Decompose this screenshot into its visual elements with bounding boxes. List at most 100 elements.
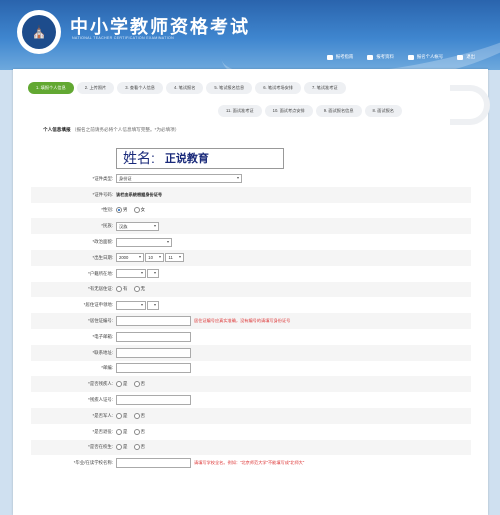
radio-icon — [133, 207, 140, 214]
name-value: 正说教育 — [164, 153, 209, 165]
step-3[interactable]: 3. 查看个人信息 — [117, 82, 163, 94]
guide-icon — [326, 54, 333, 60]
logo-emblem: ⛪ — [22, 15, 56, 49]
permit-city-select[interactable] — [147, 300, 160, 310]
military-no-radio[interactable]: 否 — [133, 412, 145, 419]
school-input[interactable] — [116, 458, 191, 469]
email-input[interactable] — [116, 331, 191, 342]
form-row-name: 姓名: 正说教育 — [31, 145, 471, 171]
form-row-permit-no: *居住证编号: 居住证编号应真实准确，没有编号的请填写身份证号 — [31, 313, 471, 329]
materials-icon — [367, 54, 374, 60]
form-row-political: *政治面貌: — [31, 234, 471, 250]
top-links: 报考指南 报考资料 报名个人帐号 退出 — [326, 54, 475, 60]
disabled-yes-radio[interactable]: 是 — [116, 381, 127, 388]
name-label: 姓名: — [123, 150, 155, 166]
radio-icon — [133, 428, 140, 435]
radio-icon — [133, 381, 140, 388]
permit-yes-radio[interactable]: 有 — [116, 286, 127, 293]
chevron-down-icon — [159, 256, 162, 259]
form-row-hukou: *户籍所在地: — [31, 266, 471, 282]
form-row-retired: *是否退役: 是 否 — [92, 428, 146, 435]
form-row-birth: *出生日期: 2000 10 11 — [31, 249, 471, 266]
form-row-email: *电子邮箱: — [31, 329, 471, 345]
step-5[interactable]: 5. 笔试报名信息 — [206, 82, 253, 94]
site-logo[interactable]: ⛪ — [17, 10, 61, 54]
permit-hint: 居住证编号应真实准确，没有编号的请填写身份证号 — [194, 318, 291, 324]
name-field[interactable]: 姓名: 正说教育 — [116, 147, 284, 169]
school-hint: 请填写学校全名。例如：“北京师范大学”不能填写成“北师大” — [194, 460, 305, 466]
info-form: 姓名: 正说教育 *证件类型: 身份证 *证件号码: 该栏由系统根据身份证号 *性别:… — [31, 145, 471, 471]
form-row-disability-cert: *残疾人证号: — [31, 392, 471, 408]
chevron-down-icon — [141, 272, 143, 275]
chevron-down-icon — [237, 177, 239, 180]
step-6[interactable]: 6. 笔试考场安排 — [255, 82, 301, 94]
logout-icon — [457, 54, 464, 60]
radio-icon — [116, 381, 122, 388]
form-row-school: *毕业/在读学校名称: 请填写学校全名。例如：“北京师范大学”不能填写成“北师大” — [31, 455, 471, 471]
student-no-radio[interactable]: 否 — [133, 444, 145, 451]
step-11[interactable]: 11. 面试准考证 — [218, 105, 262, 117]
step-7[interactable]: 7. 笔试准考证 — [304, 82, 346, 94]
form-row-residence-permit: *有无居住证: 有 无 — [31, 281, 471, 298]
user-icon — [407, 54, 414, 60]
link-materials[interactable]: 报考资料 — [367, 54, 394, 60]
radio-icon — [116, 444, 122, 451]
form-row-disabled: *是否残疾人: 是 否 — [31, 376, 471, 393]
form-row-id-type: *证件类型: 身份证 — [31, 171, 471, 187]
step-navigation: 1. 填报个人信息 2. 上传照片 3. 查看个人信息 4. 笔试报名 5. 笔… — [28, 77, 490, 125]
birth-month-select[interactable]: 10 — [145, 253, 165, 263]
disability-cert-input[interactable] — [116, 395, 191, 406]
ethnicity-select[interactable]: 汉族 — [116, 221, 159, 231]
retired-yes-radio[interactable]: 是 — [116, 428, 127, 435]
form-row-student: *是否在校生: 是 否 — [31, 439, 471, 456]
id-number-value: 该栏由系统根据身份证号 — [116, 191, 163, 197]
chevron-down-icon — [139, 256, 141, 259]
step-10[interactable]: 10. 面试考点安排 — [264, 105, 313, 117]
step-2[interactable]: 2. 上传照片 — [76, 82, 115, 94]
form-row-postcode: *邮编: — [31, 361, 471, 377]
step-8[interactable]: 8. 面试报名 — [364, 105, 402, 117]
chevron-down-icon — [167, 240, 169, 243]
id-type-select[interactable]: 身份证 — [116, 174, 242, 184]
military-yes-radio[interactable]: 是 — [116, 412, 127, 419]
gender-female-radio[interactable]: 女 — [133, 207, 145, 214]
section-note: （报名之前请务必将个人信息填写完整。*为必填项） — [71, 127, 180, 132]
retired-no-radio[interactable]: 否 — [133, 428, 145, 435]
birth-day-select[interactable]: 11 — [165, 253, 185, 263]
permit-province-select[interactable] — [116, 300, 146, 310]
form-row-permit-place: *居住证申领地: — [31, 297, 471, 313]
chevron-down-icon — [154, 224, 156, 227]
permit-no-radio[interactable]: 无 — [133, 286, 145, 293]
hukou-province-select[interactable] — [116, 269, 146, 279]
radio-icon — [116, 286, 122, 293]
form-row-id-number: *证件号码: 该栏由系统根据身份证号 — [31, 186, 471, 203]
radio-checked-icon — [116, 207, 122, 214]
hukou-city-select[interactable] — [147, 269, 160, 279]
political-select[interactable] — [116, 237, 172, 247]
section-title: 个人信息填报 — [43, 127, 71, 132]
section-header: 个人信息填报 （报名之前请务必将个人信息填写完整。*为必填项） — [43, 127, 179, 133]
form-row-gender: *性别: 男 女 — [101, 207, 146, 214]
postcode-input[interactable] — [116, 363, 191, 374]
chevron-down-icon — [141, 303, 143, 306]
link-guide[interactable]: 报考指南 — [326, 54, 353, 60]
form-row-ethnicity: *民族: 汉族 — [31, 218, 471, 235]
link-account[interactable]: 报名个人帐号 — [407, 54, 443, 60]
address-input[interactable] — [116, 347, 191, 358]
step-9[interactable]: 9. 面试报名信息 — [315, 105, 362, 117]
main-panel: 1. 填报个人信息 2. 上传照片 3. 查看个人信息 4. 笔试报名 5. 笔… — [13, 69, 490, 515]
disabled-no-radio[interactable]: 否 — [133, 381, 145, 388]
gender-male-radio[interactable]: 男 — [116, 207, 127, 214]
radio-icon — [133, 286, 140, 293]
permit-number-input[interactable] — [116, 316, 191, 327]
student-yes-radio[interactable]: 是 — [116, 444, 127, 451]
site-header: ⛪ 中小学教师资格考试 NATIONAL TEACHER CERTIFICATI… — [0, 0, 500, 70]
step-4[interactable]: 4. 笔试报名 — [166, 82, 204, 94]
form-row-military: *是否军人: 是 否 — [31, 407, 471, 424]
step-1[interactable]: 1. 填报个人信息 — [28, 82, 74, 94]
birth-year-select[interactable]: 2000 — [116, 253, 144, 263]
link-logout[interactable]: 退出 — [457, 54, 475, 60]
step-connector — [450, 85, 490, 125]
radio-icon — [133, 444, 140, 451]
radio-icon — [116, 428, 122, 435]
